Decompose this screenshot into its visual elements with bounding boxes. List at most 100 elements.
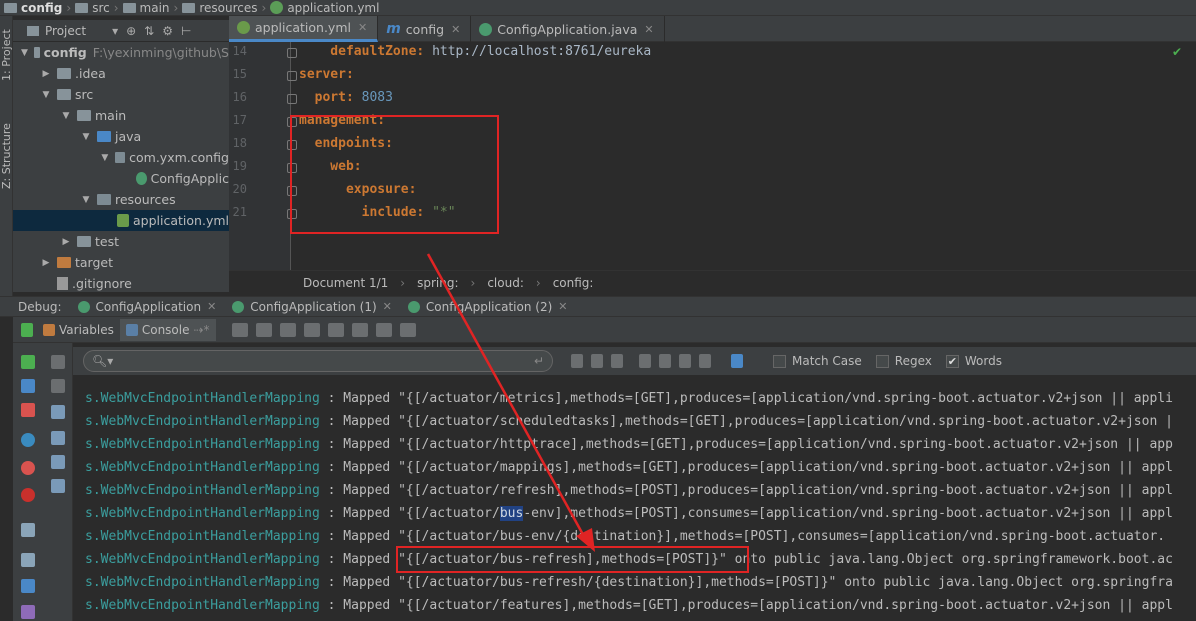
breadcrumb-item[interactable]: config › <box>0 0 71 15</box>
tab-config[interactable]: m config ✕ <box>378 16 472 42</box>
fold-marker-icon[interactable] <box>287 71 297 81</box>
prev-occurrence-icon[interactable] <box>571 354 583 368</box>
logger-name[interactable]: s.WebMvcEndpointHandlerMapping <box>85 460 320 475</box>
path-config[interactable]: config: <box>553 276 594 290</box>
tab-application-yml[interactable]: application.yml ✕ <box>229 16 379 42</box>
force-step-into-icon[interactable] <box>303 322 320 337</box>
up-arrow-icon[interactable] <box>51 355 65 369</box>
chevron-down-icon[interactable]: ▼ <box>21 48 28 58</box>
tree-item[interactable]: ▼ main <box>13 105 229 126</box>
evaluate-icon[interactable] <box>399 322 416 337</box>
tree-item[interactable]: ▼ resources <box>13 189 229 210</box>
debug-session-2[interactable]: ConfigApplication (1) ✕ <box>224 300 400 314</box>
next-occurrence-icon[interactable] <box>591 354 603 368</box>
close-icon[interactable]: ✕ <box>358 21 367 34</box>
chevron-down-icon[interactable]: ▼ <box>81 195 91 205</box>
view-breakpoints-icon[interactable] <box>21 433 35 447</box>
chevron-down-icon[interactable]: ▼ <box>101 153 109 163</box>
settings-icon[interactable] <box>21 579 35 593</box>
logger-name[interactable]: s.WebMvcEndpointHandlerMapping <box>85 437 320 452</box>
chevron-right-icon[interactable]: ▶ <box>41 258 51 268</box>
close-icon[interactable]: ✕ <box>383 300 392 313</box>
match-case-checkbox[interactable]: Match Case <box>773 354 862 368</box>
logger-name[interactable]: s.WebMvcEndpointHandlerMapping <box>85 506 320 521</box>
stop-icon[interactable] <box>21 403 35 417</box>
tab-variables[interactable]: Variables <box>37 319 120 341</box>
find-all-icon[interactable] <box>611 354 623 368</box>
tree-item[interactable]: ▶ .idea <box>13 63 229 84</box>
camera-icon[interactable] <box>21 523 35 537</box>
tree-item[interactable]: ▼ src <box>13 84 229 105</box>
path-spring[interactable]: spring: <box>417 276 458 290</box>
close-icon[interactable]: ✕ <box>558 300 567 313</box>
step-out-icon[interactable] <box>327 322 344 337</box>
chevron-right-icon[interactable]: ▶ <box>61 237 71 247</box>
project-tool-button[interactable]: 1: Project <box>0 20 13 90</box>
select-all-icon[interactable] <box>679 354 691 368</box>
down-arrow-icon[interactable] <box>51 379 65 393</box>
chevron-down-icon[interactable]: ▼ <box>41 90 51 100</box>
scroll-to-end-icon[interactable] <box>51 431 65 445</box>
logger-name[interactable]: s.WebMvcEndpointHandlerMapping <box>85 391 320 406</box>
breadcrumb-item[interactable]: main › <box>119 0 178 15</box>
close-icon[interactable]: ✕ <box>644 23 653 36</box>
search-input[interactable]: 🔍︎▾ ↵ <box>83 350 553 372</box>
drop-frame-icon[interactable] <box>351 322 368 337</box>
logger-name[interactable]: s.WebMvcEndpointHandlerMapping <box>85 483 320 498</box>
regex-checkbox[interactable]: Regex <box>875 354 932 368</box>
pin-icon[interactable] <box>21 605 35 619</box>
tree-item[interactable]: .gitignore <box>13 273 229 292</box>
close-icon[interactable]: ✕ <box>207 300 216 313</box>
add-selection-icon[interactable] <box>639 354 651 368</box>
words-checkbox[interactable]: ✔ Words <box>945 354 1002 368</box>
dropdown-chevron-icon[interactable]: ▾ <box>112 24 118 38</box>
remove-selection-icon[interactable] <box>659 354 671 368</box>
logger-name[interactable]: s.WebMvcEndpointHandlerMapping <box>85 529 320 544</box>
filter-icon[interactable] <box>699 354 711 368</box>
logger-name[interactable]: s.WebMvcEndpointHandlerMapping <box>85 598 320 613</box>
soft-wrap-icon[interactable] <box>51 405 65 419</box>
gear-icon[interactable] <box>731 354 743 368</box>
chevron-down-icon[interactable]: ▼ <box>81 132 91 142</box>
logger-name[interactable]: s.WebMvcEndpointHandlerMapping <box>85 414 320 429</box>
fold-marker-icon[interactable] <box>287 94 297 104</box>
tree-item[interactable]: ▼ com.yxm.config <box>13 147 229 168</box>
mute-breakpoints-icon[interactable] <box>21 461 35 475</box>
tree-item[interactable]: ▼ java <box>13 126 229 147</box>
layout-icon[interactable] <box>21 553 35 567</box>
breadcrumb-item[interactable]: src › <box>71 0 119 15</box>
hide-icon[interactable]: ⊢ <box>181 24 191 38</box>
resume-icon[interactable] <box>21 355 35 369</box>
debug-session-3[interactable]: ConfigApplication (2) ✕ <box>400 300 576 314</box>
clear-all-icon[interactable] <box>51 479 65 493</box>
collapse-icon[interactable]: ⇅ <box>144 24 154 38</box>
tree-item[interactable]: ConfigApplic <box>13 168 229 189</box>
console-output[interactable]: s.WebMvcEndpointHandlerMapping : Mapped … <box>73 375 1196 621</box>
path-cloud[interactable]: cloud: <box>487 276 524 290</box>
project-panel-title[interactable]: Project <box>45 24 86 38</box>
tab-console[interactable]: Console ⇢* <box>119 318 216 341</box>
breadcrumb-item[interactable]: resources › <box>178 0 266 15</box>
close-icon[interactable]: ✕ <box>451 23 460 36</box>
print-icon[interactable] <box>51 455 65 469</box>
step-over-icon[interactable] <box>255 322 272 337</box>
debug-session-1[interactable]: ConfigApplication ✕ <box>70 300 225 314</box>
tree-item[interactable]: application.yml <box>13 210 229 231</box>
tree-item[interactable]: ▶ target <box>13 252 229 273</box>
logger-name[interactable]: s.WebMvcEndpointHandlerMapping <box>85 552 320 567</box>
structure-tool-button[interactable]: Z: Structure <box>0 116 13 196</box>
tab-configapplication-java[interactable]: ConfigApplication.java ✕ <box>471 16 665 42</box>
chevron-right-icon[interactable]: ▶ <box>41 69 51 79</box>
pause-icon[interactable] <box>21 379 35 393</box>
tree-item[interactable]: ▼ config F:\yexinming\github\S <box>13 42 229 63</box>
rerun-icon[interactable] <box>21 322 33 337</box>
breadcrumb-item[interactable]: application.yml <box>266 0 379 15</box>
breakpoint-icon[interactable] <box>21 488 35 502</box>
chevron-down-icon[interactable]: ▼ <box>61 111 71 121</box>
sync-icon[interactable]: ⊕ <box>126 24 136 38</box>
show-execution-point-icon[interactable] <box>231 322 248 337</box>
logger-name[interactable]: s.WebMvcEndpointHandlerMapping <box>85 575 320 590</box>
step-into-icon[interactable] <box>279 322 296 337</box>
gear-icon[interactable]: ⚙ <box>162 24 173 38</box>
run-to-cursor-icon[interactable] <box>375 322 392 337</box>
